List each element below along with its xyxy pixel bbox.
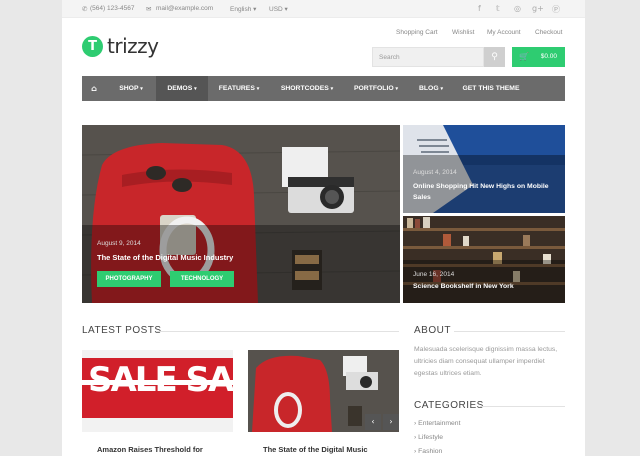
slide-title[interactable]: The State of the Digital Music Industry xyxy=(97,253,233,262)
divider xyxy=(480,406,565,407)
dribbble-icon[interactable]: ◎ xyxy=(514,4,521,13)
featured-slide-side-1[interactable]: August 4, 2014 Online Shopping Hit New H… xyxy=(403,125,565,213)
search-button[interactable]: ⚲ xyxy=(484,47,505,67)
tag-technology[interactable]: TECHNOLOGY xyxy=(170,271,234,287)
tag-photography[interactable]: PHOTOGRAPHY xyxy=(97,271,161,287)
slide-date: August 4, 2014 xyxy=(413,169,457,176)
nav-item-portfolio[interactable]: PORTFOLIO ▾ xyxy=(344,76,408,101)
nav-item-shortcodes[interactable]: SHORTCODES ▾ xyxy=(270,76,344,101)
post-thumb-sale[interactable]: SALE SALE xyxy=(82,350,233,432)
my-account-link[interactable]: My Account xyxy=(487,29,521,36)
slide-date: August 9, 2014 xyxy=(97,240,141,247)
email-icon: ✉ xyxy=(146,6,152,13)
nav-item-demos[interactable]: DEMOS ▾ xyxy=(156,76,208,101)
main-nav: ⌂ SHOP ▾ DEMOS ▾ FEATURES ▾ SHORTCODES ▾… xyxy=(82,76,565,101)
logo-text[interactable]: trizzy xyxy=(107,34,159,58)
divider xyxy=(454,331,565,332)
category-item[interactable]: › Fashion xyxy=(414,448,442,455)
wishlist-link[interactable]: Wishlist xyxy=(452,29,474,36)
nav-label: BLOG xyxy=(418,85,439,92)
currency-label: USD xyxy=(269,6,283,13)
search-icon: ⚲ xyxy=(491,52,498,62)
top-bar: ✆ (564) 123-4567 ✉ mail@example.com Engl… xyxy=(62,0,585,18)
post-title[interactable]: The State of the Digital Music xyxy=(263,445,368,454)
logo-mark[interactable]: T xyxy=(82,36,103,57)
slide-date: June 16, 2014 xyxy=(413,271,455,278)
nav-item-get-this-theme[interactable]: GET THIS THEME xyxy=(454,76,528,101)
home-icon[interactable]: ⌂ xyxy=(82,76,106,101)
shopping-cart-link[interactable]: Shopping Cart xyxy=(396,29,438,36)
category-label: Lifestyle xyxy=(418,434,444,441)
nav-label: DEMOS xyxy=(167,85,193,92)
currency-select[interactable]: USD ▾ xyxy=(269,5,288,13)
cart-button[interactable]: 🛒 $0.00 xyxy=(512,47,565,67)
about-text: Malesuada scelerisque dignissim massa le… xyxy=(414,346,558,377)
nav-item-shop[interactable]: SHOP ▾ xyxy=(106,76,156,101)
twitter-icon[interactable]: 𝕥 xyxy=(496,4,500,13)
nav-label: PORTFOLIO xyxy=(353,85,394,92)
email-address[interactable]: mail@example.com xyxy=(156,5,213,12)
sale-image-text: SALE SALE xyxy=(88,360,233,400)
latest-posts-heading: LATEST POSTS xyxy=(82,325,162,336)
post-title[interactable]: Amazon Raises Threshold for xyxy=(97,445,203,454)
next-arrow-icon[interactable]: › xyxy=(383,414,399,430)
language-select[interactable]: English ▾ xyxy=(230,5,256,13)
pinterest-icon[interactable]: Ⓟ xyxy=(552,4,560,15)
nav-label: SHOP xyxy=(119,85,139,92)
phone-number: (564) 123-4567 xyxy=(90,5,135,12)
category-item[interactable]: › Lifestyle xyxy=(414,434,443,441)
divider xyxy=(156,331,399,332)
page: ✆ (564) 123-4567 ✉ mail@example.com Engl… xyxy=(62,0,585,456)
language-label: English xyxy=(230,6,252,13)
nav-item-features[interactable]: FEATURES ▾ xyxy=(208,76,270,101)
google-plus-icon[interactable]: g+ xyxy=(532,4,544,13)
about-heading: ABOUT xyxy=(414,325,451,336)
search-input[interactable]: Search xyxy=(372,47,484,67)
phone-icon: ✆ xyxy=(82,6,88,13)
post-thumb-music[interactable]: ‹ › xyxy=(248,350,399,432)
nav-label: FEATURES xyxy=(218,85,255,92)
nav-label: SHORTCODES xyxy=(280,85,329,92)
facebook-icon[interactable]: f xyxy=(478,4,481,13)
nav-item-blog[interactable]: BLOG ▾ xyxy=(408,76,454,101)
featured-slide-side-2[interactable]: June 16, 2014 Science Bookshelf in New Y… xyxy=(403,216,565,303)
cart-icon: 🛒 xyxy=(519,52,529,61)
featured-slide-main[interactable]: August 9, 2014 The State of the Digital … xyxy=(82,125,400,303)
cart-amount: $0.00 xyxy=(540,53,557,60)
category-label: Fashion xyxy=(418,448,443,455)
categories-heading: CATEGORIES xyxy=(414,400,484,411)
category-item[interactable]: › Entertainment xyxy=(414,420,460,427)
checkout-link[interactable]: Checkout xyxy=(535,29,562,36)
category-label: Entertainment xyxy=(418,420,461,427)
prev-arrow-icon[interactable]: ‹ xyxy=(365,414,381,430)
slide-title[interactable]: Science Bookshelf in New York xyxy=(413,283,514,290)
slide-title[interactable]: Online Shopping Hit New Highs on Mobile … xyxy=(413,181,563,203)
